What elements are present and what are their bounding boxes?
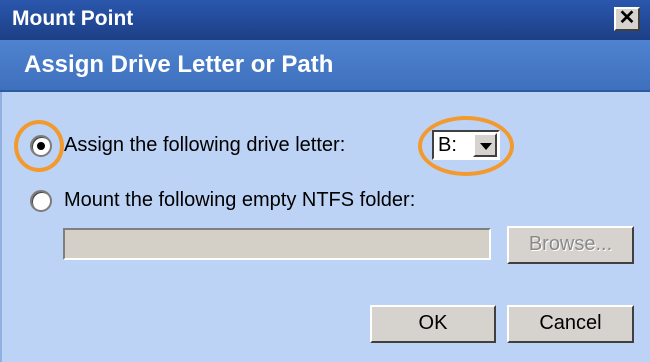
close-button[interactable]: ✕: [614, 7, 640, 31]
ntfs-folder-radio[interactable]: [30, 190, 52, 212]
drive-letter-label[interactable]: Assign the following drive letter:: [64, 134, 345, 157]
title-bar[interactable]: Mount Point ✕: [0, 0, 650, 40]
close-icon: ✕: [618, 7, 636, 29]
browse-button[interactable]: Browse...: [507, 226, 634, 264]
cancel-button[interactable]: Cancel: [507, 305, 634, 343]
ok-button[interactable]: OK: [370, 305, 496, 343]
header-banner: Assign Drive Letter or Path: [0, 40, 650, 92]
ntfs-folder-label[interactable]: Mount the following empty NTFS folder:: [64, 189, 415, 212]
window-title: Mount Point: [12, 7, 134, 30]
banner-heading: Assign Drive Letter or Path: [24, 51, 334, 78]
dropdown-highlight-circle: [418, 116, 514, 176]
folder-path-input[interactable]: [63, 228, 491, 260]
radio-highlight-circle: [14, 120, 64, 172]
mount-point-dialog: Mount Point ✕ Assign Drive Letter or Pat…: [0, 0, 650, 362]
